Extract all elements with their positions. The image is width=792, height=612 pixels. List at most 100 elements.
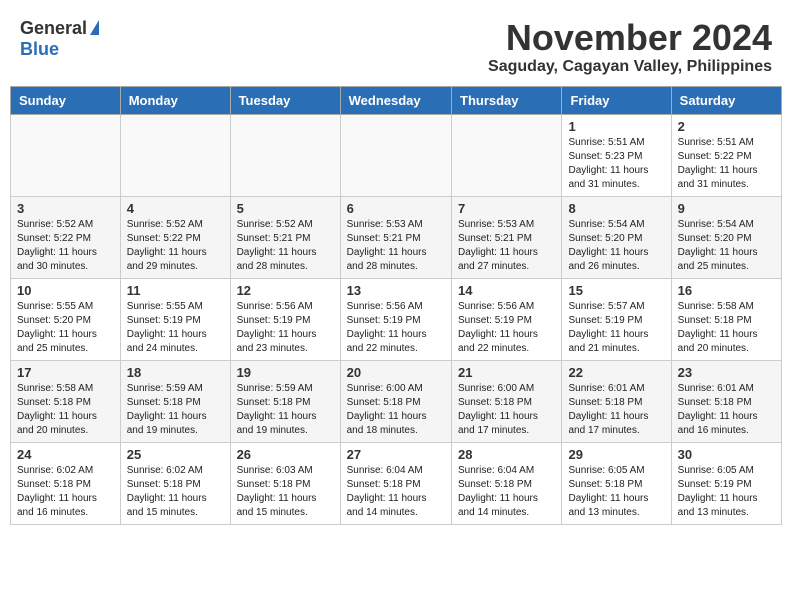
calendar-cell bbox=[340, 114, 451, 196]
day-number: 10 bbox=[17, 283, 114, 298]
day-number: 12 bbox=[237, 283, 334, 298]
day-number: 5 bbox=[237, 201, 334, 216]
day-number: 22 bbox=[568, 365, 664, 380]
calendar-cell bbox=[11, 114, 121, 196]
calendar-cell bbox=[452, 114, 562, 196]
day-info: Sunrise: 5:56 AM Sunset: 5:19 PM Dayligh… bbox=[458, 300, 555, 356]
logo-blue-text: Blue bbox=[20, 39, 59, 60]
calendar-cell: 12 Sunrise: 5:56 AM Sunset: 5:19 PM Dayli… bbox=[230, 278, 340, 360]
day-info: Sunrise: 5:54 AM Sunset: 5:20 PM Dayligh… bbox=[678, 218, 775, 274]
calendar-cell: 10 Sunrise: 5:55 AM Sunset: 5:20 PM Dayli… bbox=[11, 278, 121, 360]
calendar-cell: 30 Sunrise: 6:05 AM Sunset: 5:19 PM Dayli… bbox=[671, 442, 781, 524]
calendar-cell: 23Sunrise: 6:01 AM Sunset: 5:18 PM Dayli… bbox=[671, 360, 781, 442]
day-number: 29 bbox=[568, 447, 664, 462]
calendar-cell: 14 Sunrise: 5:56 AM Sunset: 5:19 PM Dayli… bbox=[452, 278, 562, 360]
logo-triangle-icon bbox=[90, 20, 99, 35]
calendar-cell: 15Sunrise: 5:57 AM Sunset: 5:19 PM Dayli… bbox=[562, 278, 671, 360]
day-number: 19 bbox=[237, 365, 334, 380]
day-info: Sunrise: 5:52 AM Sunset: 5:21 PM Dayligh… bbox=[237, 218, 334, 274]
day-info: Sunrise: 5:59 AM Sunset: 5:18 PM Dayligh… bbox=[127, 382, 224, 438]
day-number: 25 bbox=[127, 447, 224, 462]
day-number: 4 bbox=[127, 201, 224, 216]
calendar-header-wednesday: Wednesday bbox=[340, 86, 451, 114]
day-number: 8 bbox=[568, 201, 664, 216]
calendar-header-friday: Friday bbox=[562, 86, 671, 114]
day-info: Sunrise: 6:00 AM Sunset: 5:18 PM Dayligh… bbox=[458, 382, 555, 438]
day-number: 1 bbox=[568, 119, 664, 134]
day-info: Sunrise: 5:58 AM Sunset: 5:18 PM Dayligh… bbox=[678, 300, 775, 356]
day-info: Sunrise: 6:00 AM Sunset: 5:18 PM Dayligh… bbox=[347, 382, 445, 438]
day-number: 27 bbox=[347, 447, 445, 462]
day-info: Sunrise: 5:59 AM Sunset: 5:18 PM Dayligh… bbox=[237, 382, 334, 438]
calendar-cell: 7 Sunrise: 5:53 AM Sunset: 5:21 PM Daylig… bbox=[452, 196, 562, 278]
day-info: Sunrise: 6:04 AM Sunset: 5:18 PM Dayligh… bbox=[347, 464, 445, 520]
calendar-cell: 8 Sunrise: 5:54 AM Sunset: 5:20 PM Daylig… bbox=[562, 196, 671, 278]
day-info: Sunrise: 5:51 AM Sunset: 5:23 PM Dayligh… bbox=[568, 136, 664, 192]
title-block: November 2024 Saguday, Cagayan Valley, P… bbox=[488, 18, 772, 76]
day-info: Sunrise: 6:05 AM Sunset: 5:18 PM Dayligh… bbox=[568, 464, 664, 520]
calendar-cell: 6 Sunrise: 5:53 AM Sunset: 5:21 PM Daylig… bbox=[340, 196, 451, 278]
day-number: 26 bbox=[237, 447, 334, 462]
day-info: Sunrise: 6:05 AM Sunset: 5:19 PM Dayligh… bbox=[678, 464, 775, 520]
calendar-cell: 16 Sunrise: 5:58 AM Sunset: 5:18 PM Dayli… bbox=[671, 278, 781, 360]
day-info: Sunrise: 5:53 AM Sunset: 5:21 PM Dayligh… bbox=[458, 218, 555, 274]
calendar-cell: 24Sunrise: 6:02 AM Sunset: 5:18 PM Dayli… bbox=[11, 442, 121, 524]
calendar-week-row: 1 Sunrise: 5:51 AM Sunset: 5:23 PM Daylig… bbox=[11, 114, 782, 196]
location: Saguday, Cagayan Valley, Philippines bbox=[488, 58, 772, 76]
calendar-cell: 19 Sunrise: 5:59 AM Sunset: 5:18 PM Dayli… bbox=[230, 360, 340, 442]
day-number: 3 bbox=[17, 201, 114, 216]
day-info: Sunrise: 6:04 AM Sunset: 5:18 PM Dayligh… bbox=[458, 464, 555, 520]
calendar-cell: 3Sunrise: 5:52 AM Sunset: 5:22 PM Daylig… bbox=[11, 196, 121, 278]
calendar-week-row: 17Sunrise: 5:58 AM Sunset: 5:18 PM Dayli… bbox=[11, 360, 782, 442]
calendar-header-tuesday: Tuesday bbox=[230, 86, 340, 114]
calendar-cell: 20 Sunrise: 6:00 AM Sunset: 5:18 PM Dayli… bbox=[340, 360, 451, 442]
day-number: 16 bbox=[678, 283, 775, 298]
day-info: Sunrise: 5:53 AM Sunset: 5:21 PM Dayligh… bbox=[347, 218, 445, 274]
calendar-cell: 13 Sunrise: 5:56 AM Sunset: 5:19 PM Dayli… bbox=[340, 278, 451, 360]
day-number: 21 bbox=[458, 365, 555, 380]
calendar-week-row: 10 Sunrise: 5:55 AM Sunset: 5:20 PM Dayli… bbox=[11, 278, 782, 360]
day-number: 28 bbox=[458, 447, 555, 462]
day-info: Sunrise: 5:55 AM Sunset: 5:19 PM Dayligh… bbox=[127, 300, 224, 356]
calendar-cell: 27 Sunrise: 6:04 AM Sunset: 5:18 PM Dayli… bbox=[340, 442, 451, 524]
day-info: Sunrise: 5:56 AM Sunset: 5:19 PM Dayligh… bbox=[347, 300, 445, 356]
calendar-cell: 17Sunrise: 5:58 AM Sunset: 5:18 PM Dayli… bbox=[11, 360, 121, 442]
day-info: Sunrise: 5:56 AM Sunset: 5:19 PM Dayligh… bbox=[237, 300, 334, 356]
logo: General Blue bbox=[20, 18, 99, 60]
day-number: 6 bbox=[347, 201, 445, 216]
day-info: Sunrise: 5:51 AM Sunset: 5:22 PM Dayligh… bbox=[678, 136, 775, 192]
calendar-cell: 4Sunrise: 5:52 AM Sunset: 5:22 PM Daylig… bbox=[120, 196, 230, 278]
calendar-cell: 22Sunrise: 6:01 AM Sunset: 5:18 PM Dayli… bbox=[562, 360, 671, 442]
day-number: 15 bbox=[568, 283, 664, 298]
day-info: Sunrise: 5:54 AM Sunset: 5:20 PM Dayligh… bbox=[568, 218, 664, 274]
day-number: 14 bbox=[458, 283, 555, 298]
day-number: 20 bbox=[347, 365, 445, 380]
calendar-cell: 1 Sunrise: 5:51 AM Sunset: 5:23 PM Daylig… bbox=[562, 114, 671, 196]
calendar-header-monday: Monday bbox=[120, 86, 230, 114]
calendar-cell: 28 Sunrise: 6:04 AM Sunset: 5:18 PM Dayli… bbox=[452, 442, 562, 524]
calendar-cell: 29 Sunrise: 6:05 AM Sunset: 5:18 PM Dayli… bbox=[562, 442, 671, 524]
calendar-week-row: 3Sunrise: 5:52 AM Sunset: 5:22 PM Daylig… bbox=[11, 196, 782, 278]
calendar-header-thursday: Thursday bbox=[452, 86, 562, 114]
month-title: November 2024 bbox=[488, 18, 772, 58]
day-number: 13 bbox=[347, 283, 445, 298]
day-number: 30 bbox=[678, 447, 775, 462]
logo-general-text: General bbox=[20, 18, 87, 39]
calendar-cell: 11 Sunrise: 5:55 AM Sunset: 5:19 PM Dayli… bbox=[120, 278, 230, 360]
day-number: 23 bbox=[678, 365, 775, 380]
calendar-week-row: 24Sunrise: 6:02 AM Sunset: 5:18 PM Dayli… bbox=[11, 442, 782, 524]
calendar-cell bbox=[230, 114, 340, 196]
day-info: Sunrise: 6:03 AM Sunset: 5:18 PM Dayligh… bbox=[237, 464, 334, 520]
calendar-cell: 26 Sunrise: 6:03 AM Sunset: 5:18 PM Dayli… bbox=[230, 442, 340, 524]
page-header: General Blue November 2024 Saguday, Caga… bbox=[0, 0, 792, 86]
calendar-cell: 25 Sunrise: 6:02 AM Sunset: 5:18 PM Dayli… bbox=[120, 442, 230, 524]
day-info: Sunrise: 6:02 AM Sunset: 5:18 PM Dayligh… bbox=[17, 464, 114, 520]
day-number: 17 bbox=[17, 365, 114, 380]
day-info: Sunrise: 6:02 AM Sunset: 5:18 PM Dayligh… bbox=[127, 464, 224, 520]
day-number: 7 bbox=[458, 201, 555, 216]
day-info: Sunrise: 5:55 AM Sunset: 5:20 PM Dayligh… bbox=[17, 300, 114, 356]
day-number: 18 bbox=[127, 365, 224, 380]
calendar-header-saturday: Saturday bbox=[671, 86, 781, 114]
calendar-cell bbox=[120, 114, 230, 196]
day-number: 11 bbox=[127, 283, 224, 298]
